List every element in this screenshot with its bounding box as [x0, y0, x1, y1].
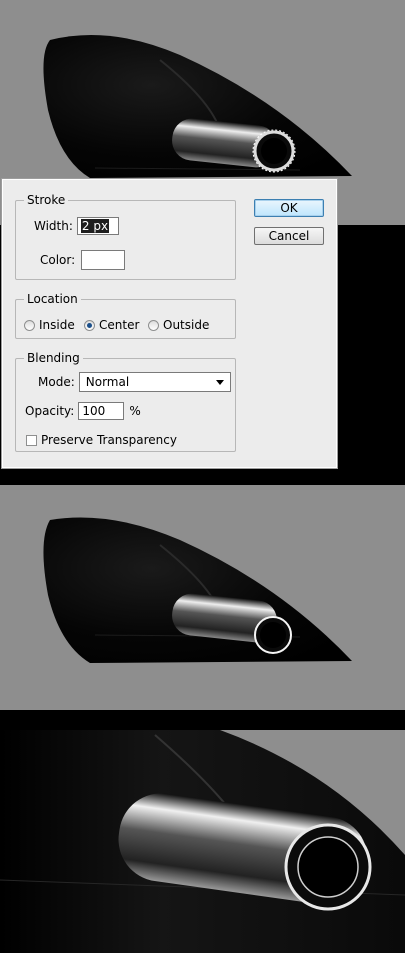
width-row: Width: 2 px — [34, 217, 119, 235]
opacity-value: 100 — [82, 404, 106, 418]
opacity-row: Opacity: 100 % — [25, 402, 141, 420]
mode-label: Mode: — [38, 375, 75, 389]
color-label: Color: — [40, 253, 76, 267]
stroke-legend: Stroke — [27, 193, 66, 207]
width-value: 2 px — [80, 219, 110, 233]
outside-radio[interactable] — [148, 319, 159, 331]
preserve-label: Preserve Transparency — [41, 433, 177, 447]
mode-select[interactable]: Normal — [78, 372, 231, 392]
opacity-label: Opacity: — [25, 404, 75, 418]
center-radio[interactable] — [84, 319, 95, 331]
location-legend: Location — [27, 292, 78, 306]
stroke-dialog: Stroke Width: 2 px Color: Location Insid… — [1, 178, 338, 469]
width-field[interactable]: 2 px — [76, 217, 119, 235]
cancel-button[interactable]: Cancel — [254, 227, 324, 245]
center-label: Center — [99, 318, 140, 332]
location-inside[interactable]: Inside — [24, 318, 75, 332]
opacity-field[interactable]: 100 — [78, 402, 125, 420]
location-center[interactable]: Center — [84, 318, 139, 332]
canvas-zoomed — [0, 710, 405, 953]
mode-value: Normal — [85, 375, 130, 389]
opacity-unit: % — [129, 404, 141, 418]
shape-illustration-zoomed — [0, 725, 405, 953]
canvas-middle — [0, 485, 405, 710]
preserve-row[interactable]: Preserve Transparency — [26, 433, 177, 447]
inside-radio[interactable] — [24, 319, 35, 331]
color-row: Color: — [40, 250, 126, 270]
chevron-down-icon — [215, 379, 224, 385]
shape-illustration-middle — [43, 517, 353, 663]
mode-row: Mode: Normal — [38, 372, 231, 392]
outside-label: Outside — [163, 318, 210, 332]
ok-button[interactable]: OK — [254, 199, 324, 217]
location-outside[interactable]: Outside — [148, 318, 209, 332]
canvas-top-shadow — [335, 225, 405, 485]
preserve-checkbox[interactable] — [26, 434, 37, 446]
inside-label: Inside — [39, 318, 75, 332]
blending-legend: Blending — [27, 351, 80, 365]
width-label: Width: — [34, 219, 73, 233]
color-swatch[interactable] — [81, 250, 126, 270]
